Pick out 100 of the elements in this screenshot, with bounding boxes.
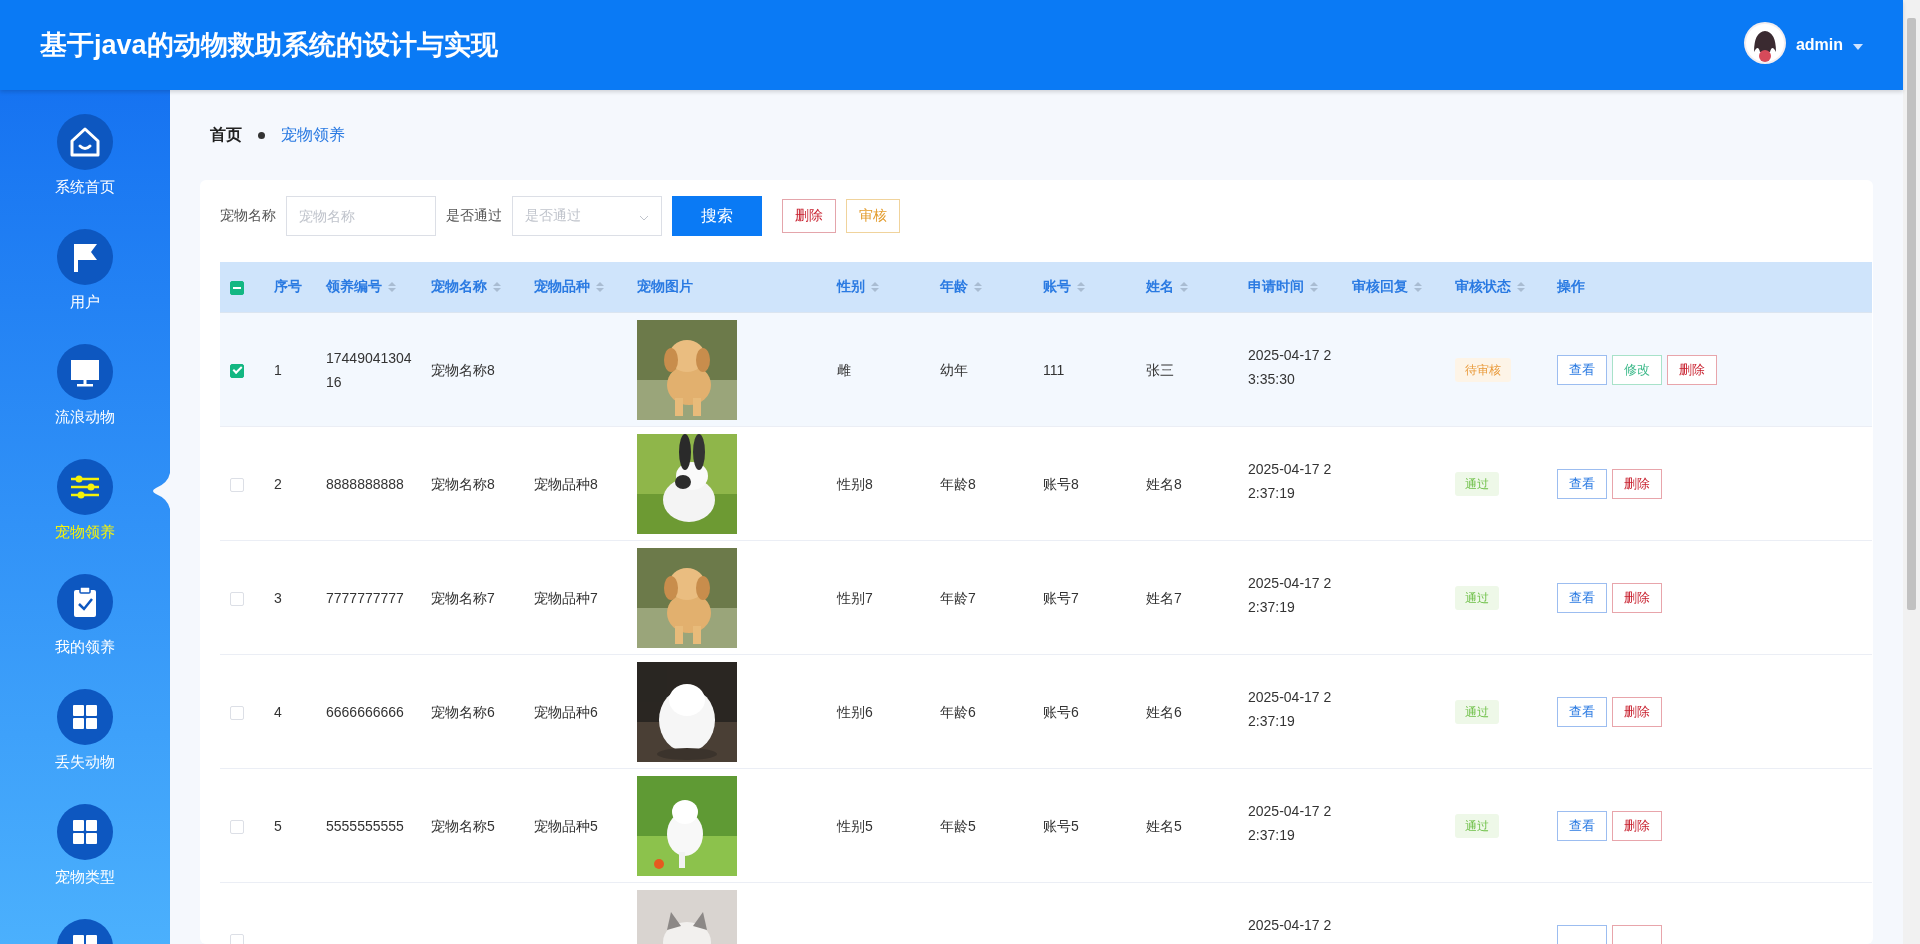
scrollbar[interactable] (1903, 0, 1920, 944)
table-cell: 年龄7 (940, 589, 976, 606)
sort-icon[interactable] (1310, 281, 1318, 294)
row-number: 3 (274, 589, 282, 606)
table-cell: 宠物名称8 (431, 361, 495, 378)
table-cell: 宠物品种5 (534, 817, 598, 834)
nav-item[interactable]: 宠物领养 (0, 459, 170, 574)
table-cell: 性别8 (837, 475, 873, 492)
table-cell: 6666666666 (326, 703, 404, 720)
field-label: 是否通过 (446, 207, 502, 225)
table-cell: 宠物名称5 (431, 817, 495, 834)
select-field[interactable]: 是否通过 (512, 196, 662, 236)
delete-button[interactable]: 删除 (1667, 354, 1717, 385)
table-cell: 姓名6 (1146, 703, 1182, 720)
nav-item[interactable]: 流浪动物 (0, 344, 170, 459)
table-cell: 宠物品种8 (534, 475, 598, 492)
table-cell: 张三 (1146, 361, 1174, 378)
table-cell: 2025-04-17 22:37:19 (1248, 689, 1332, 729)
table-cell: 2025-04-17 2 (1248, 917, 1332, 933)
status-tag: 待审核 (1455, 358, 1511, 382)
table-cell: 8888888888 (326, 475, 404, 492)
app-title: 基于java的动物救助系统的设计与实现 (40, 29, 498, 62)
sort-icon[interactable] (974, 281, 982, 294)
table-cell: 性别6 (837, 703, 873, 720)
table-cell: 2025-04-17 23:35:30 (1248, 347, 1332, 387)
table-cell: 姓名5 (1146, 817, 1182, 834)
sort-icon[interactable] (1077, 281, 1085, 294)
table-cell: 年龄8 (940, 475, 976, 492)
select-all-checkbox[interactable] (230, 281, 244, 296)
column-header: 操作 (1557, 278, 1585, 294)
table-cell: 2025-04-17 22:37:19 (1248, 461, 1332, 501)
table-cell: 账号8 (1043, 475, 1079, 492)
sort-icon[interactable] (493, 281, 501, 294)
table-cell: 7777777777 (326, 589, 404, 606)
sort-icon[interactable] (871, 281, 879, 294)
delete-button[interactable]: 删除 (1612, 582, 1662, 613)
status-tag: 通过 (1455, 700, 1499, 724)
delete-button[interactable]: 删除 (1612, 810, 1662, 841)
table-cell: 性别7 (837, 589, 873, 606)
table-cell: 姓名8 (1146, 475, 1182, 492)
sort-icon[interactable] (1517, 281, 1525, 294)
sort-icon[interactable] (1180, 281, 1188, 294)
view-button[interactable]: 查看 (1557, 354, 1607, 385)
nav-item[interactable]: 用户 (0, 229, 170, 344)
row-number: 4 (274, 703, 282, 720)
table-cell: 姓名7 (1146, 589, 1182, 606)
nav-item[interactable]: 系统首页 (0, 114, 170, 229)
avatar-icon[interactable] (1743, 22, 1786, 64)
nav-item[interactable]: 丢失动物 (0, 689, 170, 804)
table-cell: 幼年 (940, 361, 968, 378)
view-button[interactable]: 查看 (1557, 468, 1607, 499)
column-header[interactable]: 账号 (1043, 278, 1085, 294)
table-cell: 宠物品种6 (534, 703, 598, 720)
sort-icon[interactable] (1414, 281, 1422, 294)
delete-button[interactable]: 删除 (1612, 696, 1662, 727)
action-button[interactable]: 审核 (846, 199, 900, 233)
view-button[interactable]: 查看 (1557, 810, 1607, 841)
table-cell: 2025-04-17 22:37:19 (1248, 803, 1332, 843)
breadcrumb-link[interactable]: 宠物领养 (281, 124, 345, 146)
row-checkbox[interactable] (230, 363, 244, 378)
input-field[interactable]: 宠物名称 (286, 196, 436, 236)
column-header[interactable]: 姓名 (1146, 278, 1188, 294)
table-cell: 宠物名称6 (431, 703, 495, 720)
nav-item[interactable]: 宠物类型 (0, 804, 170, 919)
view-button[interactable]: 查看 (1557, 582, 1607, 613)
sort-icon[interactable] (388, 281, 396, 294)
field-label: 宠物名称 (220, 207, 276, 225)
edit-button[interactable]: 修改 (1612, 354, 1662, 385)
action-button[interactable]: 搜索 (672, 196, 762, 236)
sort-icon[interactable] (596, 281, 604, 294)
status-tag: 通过 (1455, 472, 1499, 496)
table-cell: 2025-04-17 22:37:19 (1248, 575, 1332, 615)
table-cell: 宠物品种7 (534, 589, 598, 606)
home-icon (69, 126, 101, 158)
caret-icon[interactable] (1853, 44, 1863, 50)
action-button[interactable]: 删除 (782, 199, 836, 233)
separator-dot (258, 131, 265, 139)
row-number: 2 (274, 475, 282, 492)
status-tag: 通过 (1455, 814, 1499, 838)
row-number: 5 (274, 817, 282, 834)
table-cell: 性别5 (837, 817, 873, 834)
table-cell: 111 (1043, 361, 1065, 378)
status-tag: 通过 (1455, 586, 1499, 610)
nav-item[interactable]: 我的领养 (0, 574, 170, 689)
table-cell: 年龄5 (940, 817, 976, 834)
table-cell: 年龄6 (940, 703, 976, 720)
view-button[interactable]: 查看 (1557, 696, 1607, 727)
table-cell: 1744904130416 (326, 349, 412, 390)
user-name[interactable]: admin (1795, 36, 1843, 54)
column-header: 宠物图片 (637, 278, 693, 294)
column-header: 序号 (274, 278, 302, 294)
breadcrumb-link[interactable]: 首页 (210, 124, 242, 146)
row-number: 1 (274, 361, 282, 378)
table-cell: 宠物名称8 (431, 475, 495, 492)
table-cell: 账号6 (1043, 703, 1079, 720)
table-cell: 账号7 (1043, 589, 1079, 606)
column-header[interactable]: 性别 (837, 278, 879, 294)
column-header[interactable]: 年龄 (940, 278, 982, 294)
table-cell: 宠物名称7 (431, 589, 495, 606)
delete-button[interactable]: 删除 (1612, 468, 1662, 499)
